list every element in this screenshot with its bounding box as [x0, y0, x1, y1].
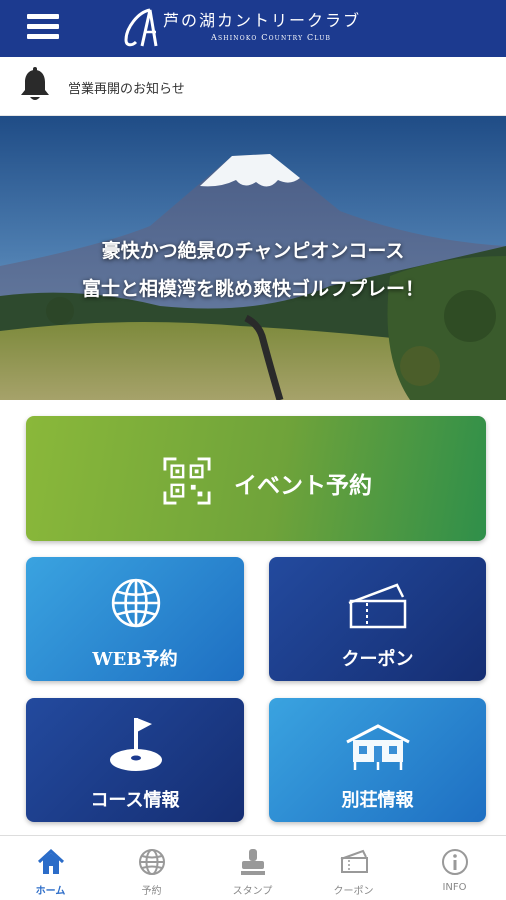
tab-reservation[interactable]: 予約: [101, 836, 202, 900]
tab-home[interactable]: ホーム: [0, 836, 101, 900]
hero-tagline-2: 富士と相模湾を眺め爽快ゴルフプレー！: [81, 278, 424, 300]
notice-bar[interactable]: 営業再開のお知らせ: [0, 57, 506, 116]
tab-info[interactable]: INFO: [404, 836, 505, 900]
home-icon: [37, 848, 65, 874]
stamp-icon: [241, 849, 265, 875]
house-icon: [346, 724, 410, 770]
course-info-button[interactable]: コース情報: [26, 698, 244, 822]
tab-home-label: ホーム: [35, 886, 66, 897]
event-reservation-label: イベント予約: [234, 472, 372, 499]
notice-text: 営業再開のお知らせ: [68, 82, 185, 97]
coupon-label: クーポン: [341, 649, 414, 670]
coupon-button[interactable]: クーポン: [269, 557, 486, 681]
globe-icon: [111, 578, 161, 628]
course-info-label: コース情報: [90, 790, 180, 811]
tab-reservation-label: 予約: [141, 886, 162, 897]
info-icon: [442, 849, 468, 875]
hero-tagline-1: 豪快かつ絶景のチャンピオンコース: [101, 240, 405, 262]
club-name: 芦の湖カントリークラブ: [163, 11, 362, 30]
tab-info-label: INFO: [442, 882, 467, 893]
globe-icon: [139, 849, 165, 875]
golf-flag-icon: [110, 718, 162, 771]
bottom-tab-bar: ホーム 予約 スタンプ クーポン INFO: [0, 835, 506, 900]
villa-info-label: 別荘情報: [341, 790, 414, 811]
app-header: 芦の湖カントリークラブ Ashinoko Country Club: [0, 0, 506, 57]
web-reservation-label: WEB予約: [92, 649, 178, 670]
web-reservation-button[interactable]: WEB予約: [26, 557, 244, 681]
tab-stamp[interactable]: スタンプ: [202, 836, 303, 900]
ticket-icon: [340, 849, 368, 873]
club-name-english: Ashinoko Country Club: [211, 33, 332, 42]
event-reservation-button[interactable]: イベント予約: [26, 416, 486, 541]
menu-icon[interactable]: [27, 14, 59, 40]
tab-stamp-label: スタンプ: [232, 886, 273, 897]
villa-info-button[interactable]: 別荘情報: [269, 698, 486, 822]
bell-icon: [21, 67, 49, 100]
hero-banner: 豪快かつ絶景のチャンピオンコース 富士と相模湾を眺め爽快ゴルフプレー！: [0, 116, 506, 400]
club-logo-icon: [124, 8, 158, 47]
tab-coupon-label: クーポン: [333, 886, 374, 897]
qr-code-icon: [163, 457, 211, 505]
ticket-icon: [348, 583, 407, 629]
tab-coupon[interactable]: クーポン: [303, 836, 404, 900]
